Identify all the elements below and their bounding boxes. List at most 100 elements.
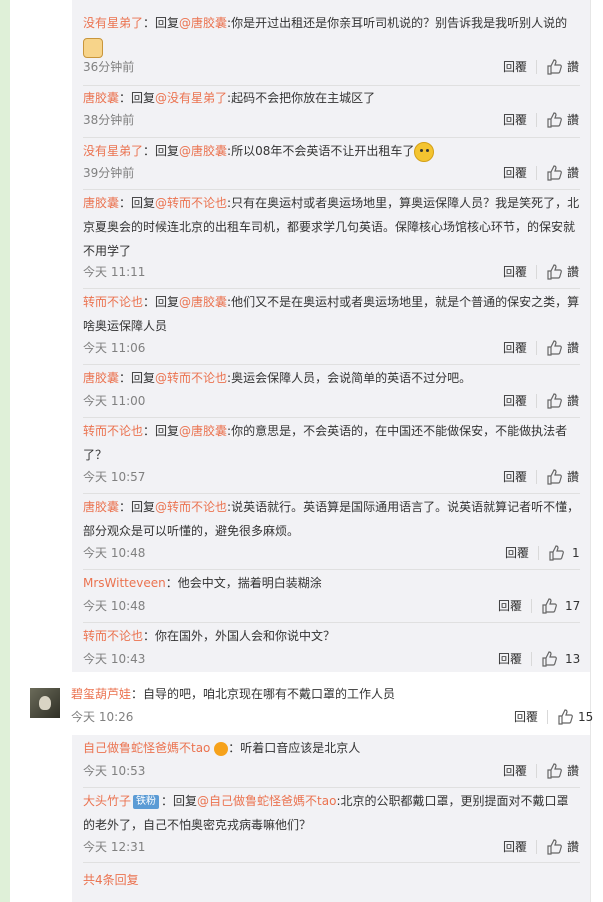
like-count[interactable]: 13 — [565, 651, 580, 667]
reply-nick[interactable]: 唐胶囊 — [83, 196, 119, 210]
reply-button[interactable]: 回覆 — [503, 264, 527, 280]
reply-meta: 今天 11:06 回覆 讚 — [83, 340, 580, 356]
reply-nick[interactable]: 大头竹子 — [83, 794, 131, 808]
separator — [536, 840, 537, 854]
like-button[interactable]: 讚 — [567, 264, 579, 280]
like-count[interactable]: 15 — [578, 709, 593, 725]
reply-button[interactable]: 回覆 — [503, 469, 527, 485]
thumb-up-icon[interactable] — [546, 340, 562, 356]
like-button[interactable]: 讚 — [567, 839, 579, 855]
thumb-up-icon[interactable] — [546, 112, 562, 128]
thumb-up-icon[interactable] — [546, 763, 562, 779]
reply-button[interactable]: 回覆 — [505, 545, 529, 561]
reply-nick[interactable]: 唐胶囊 — [83, 500, 119, 514]
like-button[interactable]: 讚 — [567, 112, 579, 128]
fan-badge: 铁粉 — [133, 794, 160, 809]
mention-link[interactable]: @没有星弟了 — [155, 91, 227, 105]
reply-nick[interactable]: 唐胶囊 — [83, 91, 119, 105]
mention-link[interactable]: @转而不论也 — [155, 371, 227, 385]
reply-nick[interactable]: 转而不论也 — [83, 424, 143, 438]
reply-button[interactable]: 回覆 — [503, 763, 527, 779]
smile-emoji-icon — [414, 141, 435, 162]
reply-item: 唐胶囊：回复@转而不论也:奥运会保障人员，会说简单的英语不过分吧。 — [83, 366, 580, 390]
reply-time: 今天 10:57 — [83, 470, 146, 484]
thumb-up-icon[interactable] — [546, 264, 562, 280]
separator — [531, 599, 532, 613]
reply-button[interactable]: 回覆 — [503, 112, 527, 128]
reply-item: 没有星弟了：回复@唐胶囊:你是开过出租还是你亲耳听司机说的？别告诉我是我听别人说… — [83, 11, 580, 59]
reply-button[interactable]: 回覆 — [498, 651, 522, 667]
reply-prefix: ：回复 — [119, 91, 156, 105]
reply-time: 36分钟前 — [83, 60, 135, 74]
reply-prefix: ：回复 — [143, 144, 180, 158]
divider — [83, 622, 580, 623]
reply-nick[interactable]: 唐胶囊 — [83, 371, 119, 385]
reply-nick[interactable]: MrsWitteveen — [83, 576, 166, 590]
reply-meta: 38分钟前 回覆 讚 — [83, 112, 580, 128]
reply-text: :所以08年不会英语不让开出租车了 — [227, 144, 415, 158]
like-count[interactable]: 17 — [565, 598, 580, 614]
separator — [536, 394, 537, 408]
separator — [536, 265, 537, 279]
reply-nick[interactable]: 转而不论也 — [83, 629, 143, 643]
thumb-up-icon[interactable] — [546, 393, 562, 409]
reply-button[interactable]: 回覆 — [514, 709, 538, 725]
reply-meta: 今天 12:31 回覆 讚 — [83, 839, 580, 855]
thumb-up-icon[interactable] — [541, 598, 557, 614]
reply-button[interactable]: 回覆 — [503, 839, 527, 855]
thumb-up-icon[interactable] — [546, 165, 562, 181]
reply-content: 转而不论也：你在国外，外国人会和你说中文？ — [83, 624, 580, 648]
like-count[interactable]: 1 — [572, 545, 580, 561]
mention-link[interactable]: @唐胶囊 — [179, 424, 227, 438]
reply-nick[interactable]: 没有星弟了 — [83, 16, 143, 30]
reply-prefix: ：回复 — [119, 196, 156, 210]
reply-time: 今天 11:00 — [83, 394, 146, 408]
reply-nick[interactable]: 自己做鲁蛇怪爸媽不tao — [83, 741, 210, 755]
separator — [536, 470, 537, 484]
like-button[interactable]: 讚 — [567, 340, 579, 356]
like-button[interactable]: 讚 — [567, 469, 579, 485]
mention-link[interactable]: @唐胶囊 — [179, 295, 227, 309]
mention-link[interactable]: @转而不论也 — [155, 500, 227, 514]
reply-button[interactable]: 回覆 — [503, 59, 527, 75]
mention-link[interactable]: @唐胶囊 — [179, 16, 227, 30]
reply-content: 唐胶囊：回复@转而不论也:奥运会保障人员，会说简单的英语不过分吧。 — [83, 366, 580, 390]
left-accent-bar — [0, 0, 10, 902]
reply-meta: 今天 10:48 回覆 17 — [83, 598, 580, 614]
reply-meta: 今天 10:48 回覆 1 — [83, 545, 580, 561]
thumb-up-icon[interactable] — [557, 709, 573, 725]
more-replies-link[interactable]: 共4条回复 — [83, 872, 139, 888]
like-button[interactable]: 讚 — [567, 763, 579, 779]
thumb-up-icon[interactable] — [546, 59, 562, 75]
divider — [83, 137, 580, 138]
like-button[interactable]: 讚 — [567, 59, 579, 75]
divider — [83, 787, 580, 788]
like-button[interactable]: 讚 — [567, 165, 579, 181]
reply-meta: 今天 11:00 回覆 讚 — [83, 393, 580, 409]
reply-button[interactable]: 回覆 — [503, 165, 527, 181]
reply-button[interactable]: 回覆 — [503, 393, 527, 409]
bear-emoji-icon — [83, 37, 103, 58]
reply-meta: 36分钟前 回覆 讚 — [83, 59, 580, 75]
reply-button[interactable]: 回覆 — [503, 340, 527, 356]
reply-button[interactable]: 回覆 — [498, 598, 522, 614]
emoji-icon — [214, 741, 229, 756]
reply-prefix: ： — [228, 741, 241, 755]
reply-meta: 今天 10:53 回覆 讚 — [83, 763, 580, 779]
thumb-up-icon[interactable] — [546, 469, 562, 485]
reply-nick[interactable]: 没有星弟了 — [83, 144, 143, 158]
right-border — [590, 0, 591, 902]
avatar[interactable] — [30, 688, 60, 718]
comment-nick[interactable]: 碧玺葫芦娃 — [71, 687, 131, 701]
mention-link[interactable]: @自己做鲁蛇怪爸媽不tao — [197, 794, 336, 808]
mention-link[interactable]: @转而不论也 — [155, 196, 227, 210]
reply-content: 转而不论也：回复@唐胶囊:你的意思是，不会英语的，在中国还不能做保安，不能做执法… — [83, 419, 580, 467]
mention-link[interactable]: @唐胶囊 — [179, 144, 227, 158]
like-button[interactable]: 讚 — [567, 393, 579, 409]
comment-time: 今天 10:26 — [71, 710, 134, 724]
reply-time: 39分钟前 — [83, 166, 135, 180]
thumb-up-icon[interactable] — [546, 839, 562, 855]
thumb-up-icon[interactable] — [548, 545, 564, 561]
thumb-up-icon[interactable] — [541, 651, 557, 667]
reply-nick[interactable]: 转而不论也 — [83, 295, 143, 309]
